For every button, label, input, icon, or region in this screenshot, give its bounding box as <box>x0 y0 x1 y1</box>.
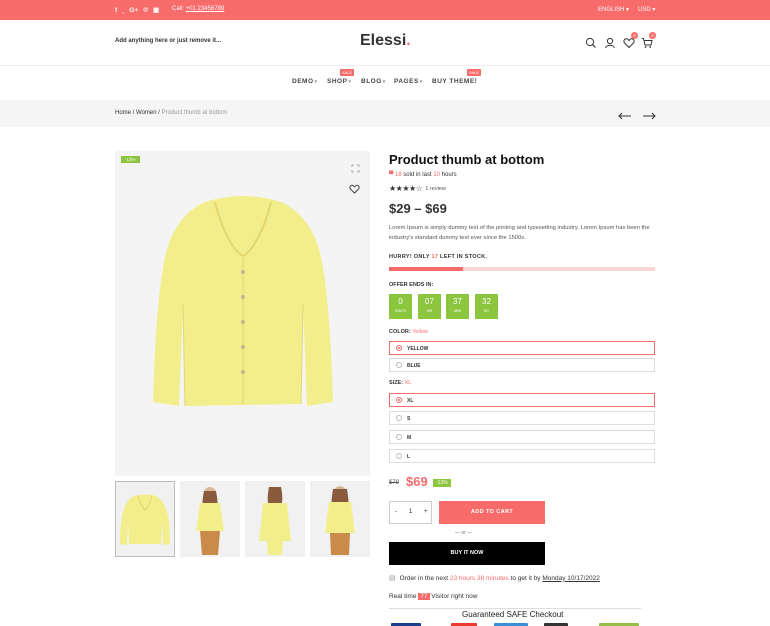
sold-hours: 10 <box>433 172 440 178</box>
product-title: Product thumb at bottom <box>389 152 545 167</box>
facebook-icon[interactable]: f <box>115 7 117 14</box>
pinterest-icon[interactable]: ℗ <box>143 7 148 14</box>
qty-minus-button[interactable]: - <box>395 509 397 515</box>
google-plus-icon[interactable]: G+ <box>129 7 138 14</box>
thumbnail-1[interactable] <box>115 481 175 557</box>
size-option-l[interactable]: L <box>389 449 655 463</box>
old-price: $79 <box>389 480 400 486</box>
cart-count-badge: 0 <box>649 32 656 39</box>
offer-label: OFFER ENDS IN: <box>389 282 434 288</box>
rating: ★★★★☆ 1 review <box>389 184 446 193</box>
nav-blog[interactable]: BLOG▾ <box>361 78 386 85</box>
countdown-days: 0 DAYS <box>389 294 412 319</box>
realtime-visitors: Real time 77 Visitor right now <box>389 593 478 600</box>
size-label: SIZE: XL <box>389 380 412 386</box>
safe-checkout: Guaranteed SAFE Checkout <box>389 608 641 626</box>
size-option-s[interactable]: S <box>389 411 655 425</box>
or-divider: — or — <box>455 530 473 536</box>
prev-product-arrow-icon[interactable] <box>618 108 632 120</box>
buy-now-button[interactable]: BUY IT NOW <box>389 542 545 565</box>
review-link[interactable]: 1 review <box>425 186 445 192</box>
nav-shop[interactable]: SHOP▾ <box>327 78 351 85</box>
social-links: f ˬ G+ ℗ ▣ <box>115 6 159 15</box>
visitor-count: 77 <box>418 593 430 600</box>
next-product-arrow-icon[interactable] <box>642 108 656 120</box>
qty-plus-button[interactable]: + <box>424 509 428 515</box>
safe-checkout-title: Guaranteed SAFE Checkout <box>459 610 567 619</box>
buy-theme-sale-badge: SALE <box>467 69 482 76</box>
thumbnail-3[interactable] <box>245 481 305 557</box>
nav-pages[interactable]: PAGES▾ <box>394 78 423 85</box>
product-description: Lorem Ipsum is simply dummy text of the … <box>389 225 650 241</box>
twitter-icon[interactable]: ˬ <box>122 7 124 14</box>
stock-progress-bar <box>389 267 655 271</box>
color-option-blue[interactable]: BLUE <box>389 358 655 372</box>
sold-info: ▀ 18 sold in last 10 hours <box>389 172 457 178</box>
quantity-stepper: - 1 + <box>389 501 432 524</box>
breadcrumb-current: Product thumb at bottom <box>161 110 228 116</box>
qty-input[interactable]: 1 <box>409 509 412 515</box>
sold-count: 18 <box>394 172 402 178</box>
delivery-estimate: ▤ Order in the next 23 hours 38 minutes … <box>389 574 600 583</box>
language-select[interactable]: ENGLISH ▾ <box>598 6 629 13</box>
cart-icon[interactable]: 0 <box>641 32 656 48</box>
save-badge: -13% <box>433 479 451 487</box>
calendar-icon: ▤ <box>389 575 396 582</box>
countdown-seconds: 32 SC <box>475 294 498 319</box>
size-option-m[interactable]: M <box>389 430 655 444</box>
stock-warning: HURRY! ONLY 17 LEFT IN STOCK. <box>389 254 488 260</box>
wishlist-count-badge: 0 <box>631 32 638 39</box>
site-header: Add anything here or just remove it... E… <box>0 20 770 66</box>
size-option-xl[interactable]: XL <box>389 393 655 407</box>
nav-buy-theme[interactable]: BUY THEME! <box>432 78 477 85</box>
breadcrumb-home[interactable]: Home <box>115 110 131 116</box>
sale-price: $69 <box>406 474 428 489</box>
account-icon[interactable] <box>604 36 616 49</box>
site-logo[interactable]: Elessi. <box>360 32 411 50</box>
currency-select[interactable]: USD ▾ <box>638 6 655 13</box>
fire-icon: ▀ <box>389 172 394 178</box>
breadcrumb: Home / Women / Product thumb at bottom <box>115 110 228 116</box>
top-bar: f ˬ G+ ℗ ▣ Call: +01 23456789 ENGLISH ▾ … <box>0 0 770 20</box>
header-tagline: Add anything here or just remove it... <box>115 38 222 44</box>
main-nav: DEMO▾ SHOP▾ SALE BLOG▾ PAGES▾ BUY THEME!… <box>0 66 770 100</box>
color-option-yellow[interactable]: YELLOW <box>389 341 655 355</box>
add-to-cart-button[interactable]: ADD TO CART <box>439 501 545 524</box>
thumbnail-2[interactable] <box>180 481 240 557</box>
heart-icon[interactable] <box>349 181 360 194</box>
countdown-minutes: 37 MIN <box>446 294 469 319</box>
call-label: Call: <box>172 6 185 12</box>
shop-sale-badge: SALE <box>340 69 355 76</box>
nav-demo[interactable]: DEMO▾ <box>292 78 318 85</box>
discount-badge: -13% <box>121 156 140 163</box>
wishlist-icon[interactable]: 0 <box>623 32 638 49</box>
star-rating-icon: ★★★★☆ <box>389 184 423 193</box>
main-product-image[interactable]: -13% <box>115 151 370 476</box>
instagram-icon[interactable]: ▣ <box>153 6 159 14</box>
breadcrumb-women[interactable]: Women <box>136 110 157 116</box>
color-label: COLOR: Yellow <box>389 329 428 335</box>
search-icon[interactable] <box>585 36 597 48</box>
thumbnail-4[interactable] <box>310 481 370 557</box>
cardigan-illustration <box>153 196 333 407</box>
countdown-hours: 07 HR <box>418 294 441 319</box>
stock-progress-fill <box>389 267 464 271</box>
phone-link[interactable]: +01 23456789 <box>186 6 225 12</box>
call-info: Call: +01 23456789 <box>172 6 224 12</box>
price-range: $29 – $69 <box>389 201 447 216</box>
expand-icon[interactable] <box>351 160 360 173</box>
breadcrumb-bar: Home / Women / Product thumb at bottom <box>0 100 770 127</box>
